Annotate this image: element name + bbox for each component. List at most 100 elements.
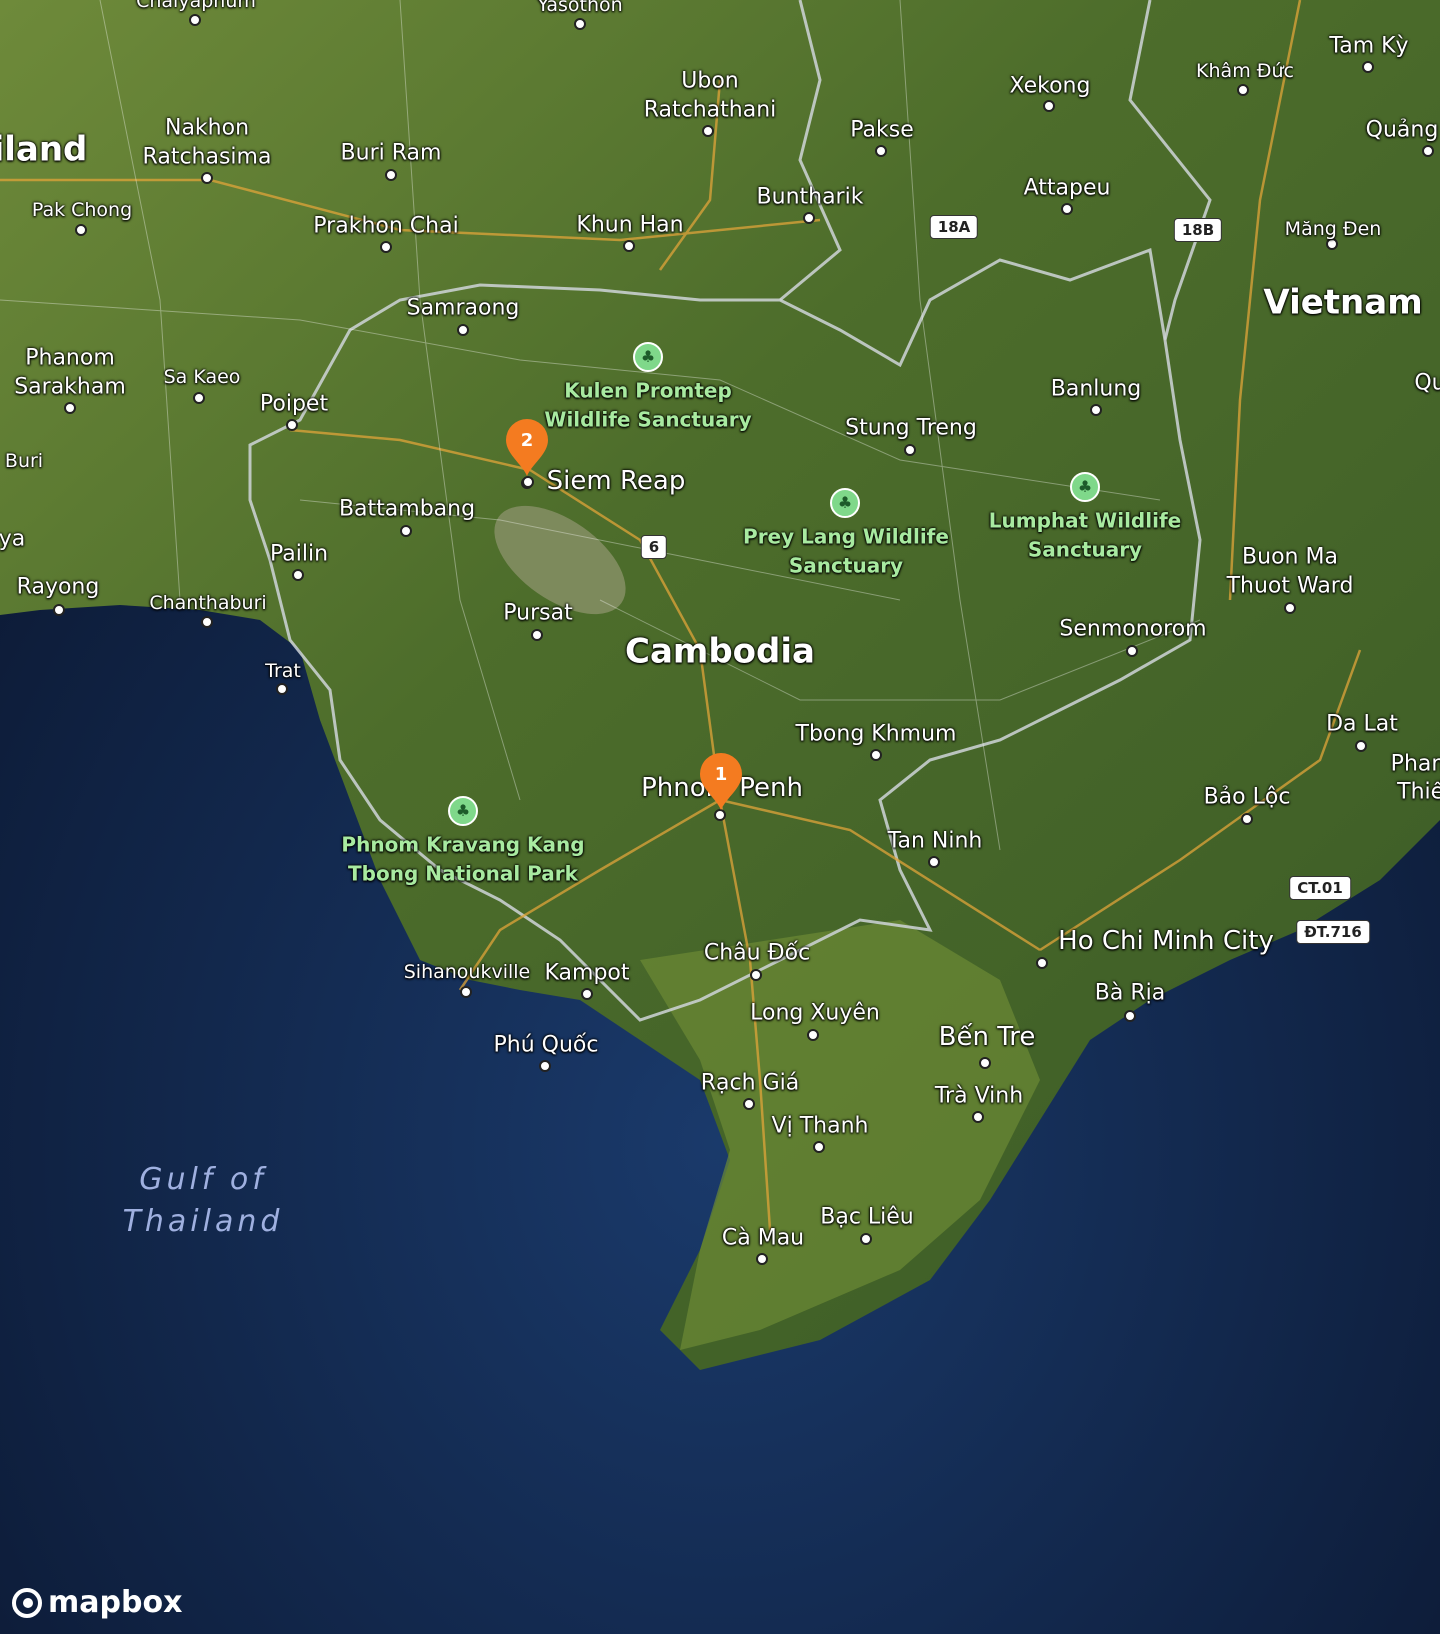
city-label: Thuot Ward (1226, 573, 1354, 599)
city-label: Samraong (406, 295, 520, 321)
mapbox-attribution: mapbox (48, 1585, 183, 1620)
city-dot (979, 1057, 991, 1069)
city-label: Senmonorom (1059, 616, 1207, 642)
city-label: Chanthaburi (149, 592, 267, 615)
city-dot (870, 749, 882, 761)
city-label: Quảng (1365, 117, 1439, 143)
city-label: Da Lat (1326, 711, 1398, 737)
city-label-ho-chi-minh: Ho Chi Minh City (1058, 926, 1274, 957)
city-label: Long Xuyên (750, 1000, 880, 1026)
city-dot (1355, 740, 1367, 752)
city-label: Ratchasima (142, 144, 272, 170)
city-dot (1284, 602, 1296, 614)
park-label: Prey Lang Wildlife (743, 524, 949, 549)
city-dot (75, 224, 87, 236)
city-dot (400, 525, 412, 537)
city-dot (928, 856, 940, 868)
park-icon: ♣ (448, 796, 478, 826)
city-label: Bunthari​k (756, 184, 864, 210)
city-label: Battambang (338, 496, 476, 522)
city-label: Ratchathani (643, 97, 777, 123)
city-dot (457, 324, 469, 336)
city-label: Vị Thanh (771, 1113, 869, 1139)
park-icon: ♣ (633, 342, 663, 372)
city-label: Nakhon (164, 115, 250, 141)
city-label: Trà Vinh (934, 1083, 1024, 1109)
city-label: Phan (1390, 751, 1440, 777)
city-dot (623, 240, 635, 252)
city-dot (460, 986, 472, 998)
city-dot (756, 1253, 768, 1265)
city-dot (904, 444, 916, 456)
park-label: Sanctuary (788, 553, 904, 578)
map-marker-2[interactable]: 2 (504, 418, 550, 478)
city-dot (1036, 957, 1048, 969)
city-label: Buri Ram (340, 140, 442, 166)
city-label: Thiết (1397, 779, 1440, 805)
city-label: Pursat (503, 600, 573, 626)
city-label: Poipet (259, 391, 329, 417)
city-dot (380, 241, 392, 253)
city-dot (1090, 404, 1102, 416)
city-dot (803, 212, 815, 224)
mapbox-logo-icon (12, 1587, 42, 1618)
road-shield: 18A (929, 215, 979, 239)
city-label: Chaiyaphum (136, 0, 256, 13)
map-marker-1[interactable]: 1 (698, 752, 744, 812)
map-marker-label: 2 (520, 430, 534, 451)
city-dot (743, 1098, 755, 1110)
road-shield: 18B (1173, 218, 1223, 242)
city-label: Phanom (25, 345, 115, 371)
city-label: Tan Ninh (887, 828, 983, 854)
city-dot (201, 172, 213, 184)
city-dot (574, 18, 586, 30)
city-label: Prakhon Chai (313, 213, 459, 239)
city-dot (1124, 1010, 1136, 1022)
city-label: Banlung (1050, 376, 1142, 402)
city-label: Châu Đốc (703, 940, 811, 966)
city-dot (1043, 100, 1055, 112)
city-dot (539, 1060, 551, 1072)
city-dot (860, 1233, 872, 1245)
park-icon: ♣ (1070, 472, 1100, 502)
city-label: Bến Tre (938, 1022, 1036, 1053)
city-label: Bà Rịa (1094, 980, 1166, 1006)
city-dot (385, 169, 397, 181)
city-dot (53, 604, 65, 616)
city-label: Tam Kỳ (1329, 33, 1409, 59)
map-view[interactable]: iland Cambodia Vietnam Gulf of Thailand (0, 0, 1440, 1634)
city-label: Tbong Khmum (795, 721, 957, 747)
park-label: Sanctuary (1027, 537, 1143, 562)
city-label: Trat (265, 660, 301, 683)
city-dot (875, 145, 887, 157)
city-dot (286, 419, 298, 431)
city-dot (193, 392, 205, 404)
city-dot (1241, 813, 1253, 825)
city-dot (64, 402, 76, 414)
city-label: Attapeu (1023, 175, 1111, 201)
city-label: Yasothon (537, 0, 623, 17)
city-dot (189, 14, 201, 26)
city-label: Qu (1414, 370, 1440, 396)
city-dot (813, 1141, 825, 1153)
city-dot (1362, 61, 1374, 73)
city-dot (276, 683, 288, 695)
park-label: Phnom Kravang Kang (341, 832, 585, 857)
park-label: Kulen Promtep (564, 378, 732, 403)
city-label: Măng Đen (1284, 218, 1382, 241)
map-marker-label: 1 (714, 764, 728, 785)
city-dot (1126, 645, 1138, 657)
mapbox-logo[interactable]: mapbox (12, 1585, 182, 1620)
water-label-gulf-line2: Thailand (122, 1203, 284, 1239)
city-label: Ubon (681, 68, 739, 94)
city-label-siem-reap: Siem Reap (546, 466, 686, 497)
city-label: Khun Han (576, 212, 684, 238)
park-label: Lumphat Wildlife (988, 508, 1182, 533)
country-label-vietnam: Vietnam (1263, 282, 1423, 323)
city-dot (1061, 203, 1073, 215)
city-label: ya (0, 526, 26, 552)
city-dot (531, 629, 543, 641)
city-dot (702, 125, 714, 137)
park-icon: ♣ (830, 488, 860, 518)
country-label-cambodia: Cambodia (625, 631, 815, 672)
